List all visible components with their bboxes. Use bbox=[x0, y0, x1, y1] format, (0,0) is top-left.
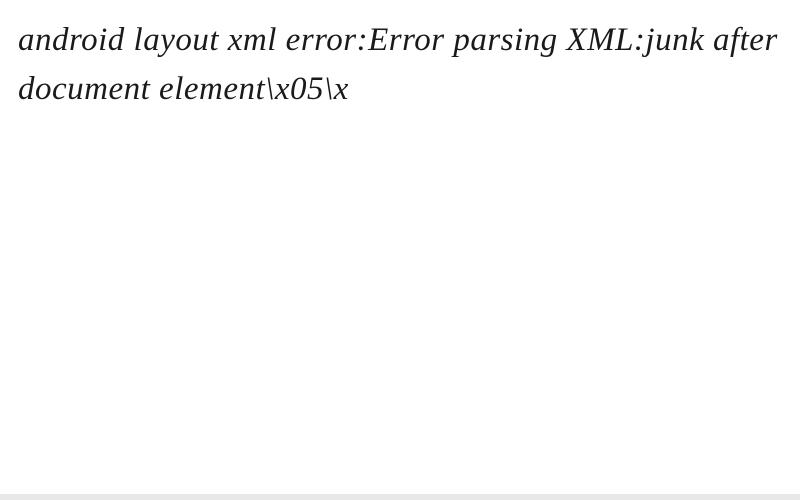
question-text: android layout xml error:Error parsing X… bbox=[18, 16, 782, 114]
footer-divider bbox=[0, 494, 800, 500]
